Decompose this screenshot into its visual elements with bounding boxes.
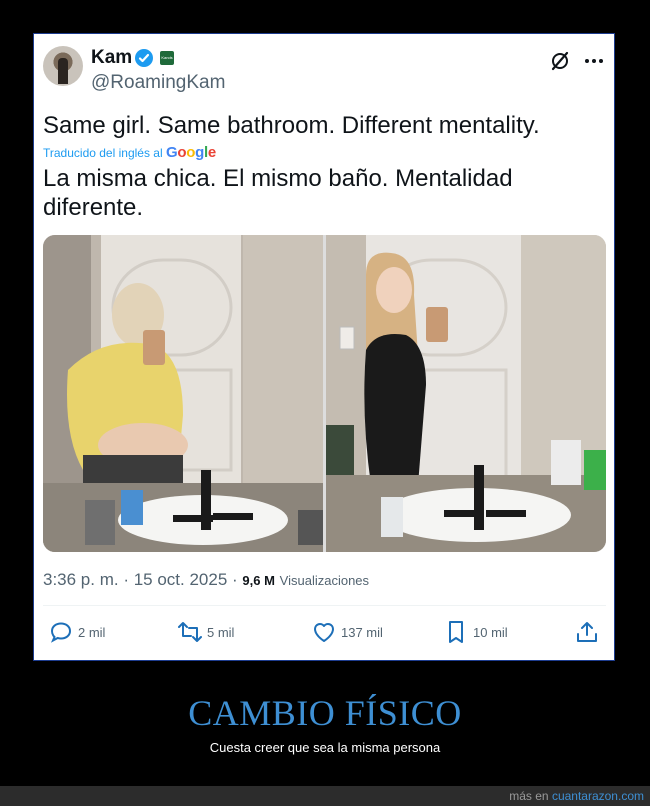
- share-icon: [577, 622, 597, 642]
- x-logo-icon[interactable]: [549, 50, 571, 72]
- retweet-button[interactable]: 5 mil: [177, 620, 234, 644]
- more-icon[interactable]: [583, 50, 605, 72]
- display-name[interactable]: Kam: [91, 47, 132, 69]
- headline: CAMBIO FÍSICO: [188, 693, 462, 733]
- like-count: 137 mil: [341, 624, 383, 640]
- translation-note[interactable]: Traducido del inglés al Google: [43, 144, 216, 161]
- retweet-count: 5 mil: [207, 624, 235, 640]
- before-photo[interactable]: [43, 235, 323, 552]
- like-icon: [314, 623, 334, 642]
- translation-note-label: Traducido del inglés al: [43, 146, 163, 160]
- timestamp-text: 3:36 p. m. · 15 oct. 2025 ·: [43, 570, 238, 589]
- translated-text: La misma chica. El mismo baño. Mentalida…: [43, 165, 513, 221]
- reply-count: 2 mil: [78, 624, 106, 640]
- tweet-text: Same girl. Same bathroom. Different ment…: [43, 112, 540, 139]
- bookmark-button[interactable]: 10 mil: [443, 620, 508, 644]
- site-link[interactable]: cuantarazon.com: [552, 789, 644, 803]
- divider: [43, 605, 606, 606]
- share-button[interactable]: [574, 620, 600, 644]
- footer-prefix: más en: [509, 789, 549, 803]
- subheadline: Cuesta creer que sea la misma persona: [209, 740, 441, 755]
- footer-text: más en cuantarazon.com: [509, 789, 644, 803]
- affiliate-badge[interactable]: Kands: [160, 51, 174, 65]
- verified-icon: [135, 49, 153, 67]
- reply-icon: [50, 622, 72, 643]
- handle[interactable]: @RoamingKam: [91, 72, 225, 94]
- timestamp[interactable]: 3:36 p. m. · 15 oct. 2025 · 9,6 M Visual…: [43, 570, 369, 590]
- after-photo[interactable]: [326, 235, 606, 552]
- views-count: 9,6 M: [242, 573, 275, 588]
- google-logo: Google: [165, 144, 216, 161]
- tweet-card: Kam Kands @RoamingKam Same girl. Same ba…: [33, 33, 615, 661]
- bookmark-count: 10 mil: [473, 624, 508, 640]
- bookmark-icon: [449, 621, 463, 643]
- photo-grid: [43, 235, 606, 552]
- footer-bar: más en cuantarazon.com: [0, 786, 650, 806]
- avatar[interactable]: [43, 46, 83, 86]
- like-button[interactable]: 137 mil: [311, 620, 383, 644]
- views-label: Visualizaciones: [279, 573, 370, 588]
- reply-button[interactable]: 2 mil: [48, 620, 105, 644]
- retweet-icon: [178, 622, 202, 642]
